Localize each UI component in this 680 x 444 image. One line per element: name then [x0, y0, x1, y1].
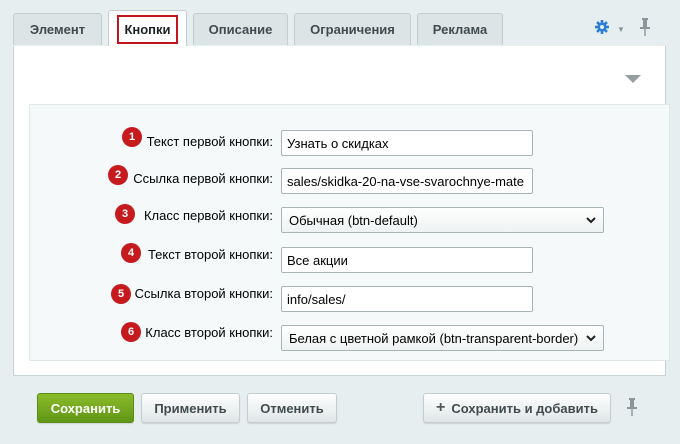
save-and-add-button[interactable]: + Сохранить и добавить — [423, 393, 611, 423]
chevron-down-icon — [586, 335, 596, 342]
step-badge: 2 — [108, 165, 128, 185]
form-row-first-button-text: 1 Текст первой кнопки: — [0, 127, 680, 157]
form-row-second-button-text: 4 Текст второй кнопки: — [0, 243, 680, 273]
field-label: Класс первой кнопки: — [143, 208, 273, 223]
tab-description[interactable]: Описание — [193, 13, 288, 45]
step-badge: 5 — [111, 284, 131, 304]
form-row-second-button-class: 6 Класс второй кнопки: Белая с цветной р… — [0, 322, 680, 352]
caret-down-icon[interactable]: ▼ — [617, 25, 625, 34]
step-badge: 4 — [121, 243, 141, 263]
gear-icon[interactable] — [595, 20, 609, 34]
field-label: Класс второй кнопки: — [145, 325, 273, 340]
triangle-down-icon[interactable] — [625, 75, 641, 83]
plus-icon: + — [436, 399, 446, 416]
save-button[interactable]: Сохранить — [37, 393, 134, 423]
second-button-text-input[interactable] — [281, 247, 533, 273]
step-badge: 6 — [121, 322, 141, 342]
step-badge: 1 — [122, 127, 142, 147]
tab-element[interactable]: Элемент — [13, 13, 102, 45]
first-button-text-input[interactable] — [281, 130, 533, 156]
pin-icon[interactable] — [626, 398, 638, 416]
step-badge: 3 — [115, 204, 135, 224]
field-label: Текст второй кнопки: — [147, 247, 273, 262]
save-button-label: Сохранить — [50, 400, 121, 416]
tab-bar: Элемент Кнопки Описание Ограничения Рекл… — [0, 0, 680, 47]
first-button-class-select[interactable]: Обычная (btn-default) — [281, 207, 604, 233]
tab-restrictions[interactable]: Ограничения — [294, 13, 411, 45]
cancel-button[interactable]: Отменить — [247, 393, 337, 423]
tab-buttons[interactable]: Кнопки — [108, 10, 187, 47]
form-row-second-button-link: 5 Ссылка второй кнопки: — [0, 284, 680, 314]
chevron-down-icon — [586, 217, 596, 224]
apply-button-label: Применить — [154, 400, 227, 416]
form-row-first-button-class: 3 Класс первой кнопки: Обычная (btn-defa… — [0, 204, 680, 234]
field-label: Текст первой кнопки: — [146, 134, 273, 149]
tab-label: Кнопки — [117, 14, 178, 44]
cancel-button-label: Отменить — [260, 400, 324, 416]
tab-advertising[interactable]: Реклама — [417, 13, 503, 45]
second-button-class-select[interactable]: Белая с цветной рамкой (btn-transparent-… — [281, 325, 604, 351]
first-button-link-input[interactable] — [281, 168, 533, 194]
tab-label: Реклама — [432, 22, 488, 37]
tab-label: Элемент — [29, 22, 86, 37]
tab-label: Описание — [208, 22, 273, 37]
tab-label: Ограничения — [310, 22, 395, 37]
apply-button[interactable]: Применить — [141, 393, 240, 423]
save-and-add-label: Сохранить и добавить — [451, 400, 598, 416]
form-row-first-button-link: 2 Ссылка первой кнопки: — [0, 165, 680, 195]
field-label: Ссылка первой кнопки: — [133, 171, 273, 186]
second-button-link-input[interactable] — [281, 286, 533, 312]
pin-icon[interactable] — [639, 18, 651, 36]
field-label: Ссылка второй кнопки: — [134, 286, 273, 301]
select-value: Обычная (btn-default) — [289, 212, 418, 228]
select-value: Белая с цветной рамкой (btn-transparent-… — [289, 330, 579, 346]
